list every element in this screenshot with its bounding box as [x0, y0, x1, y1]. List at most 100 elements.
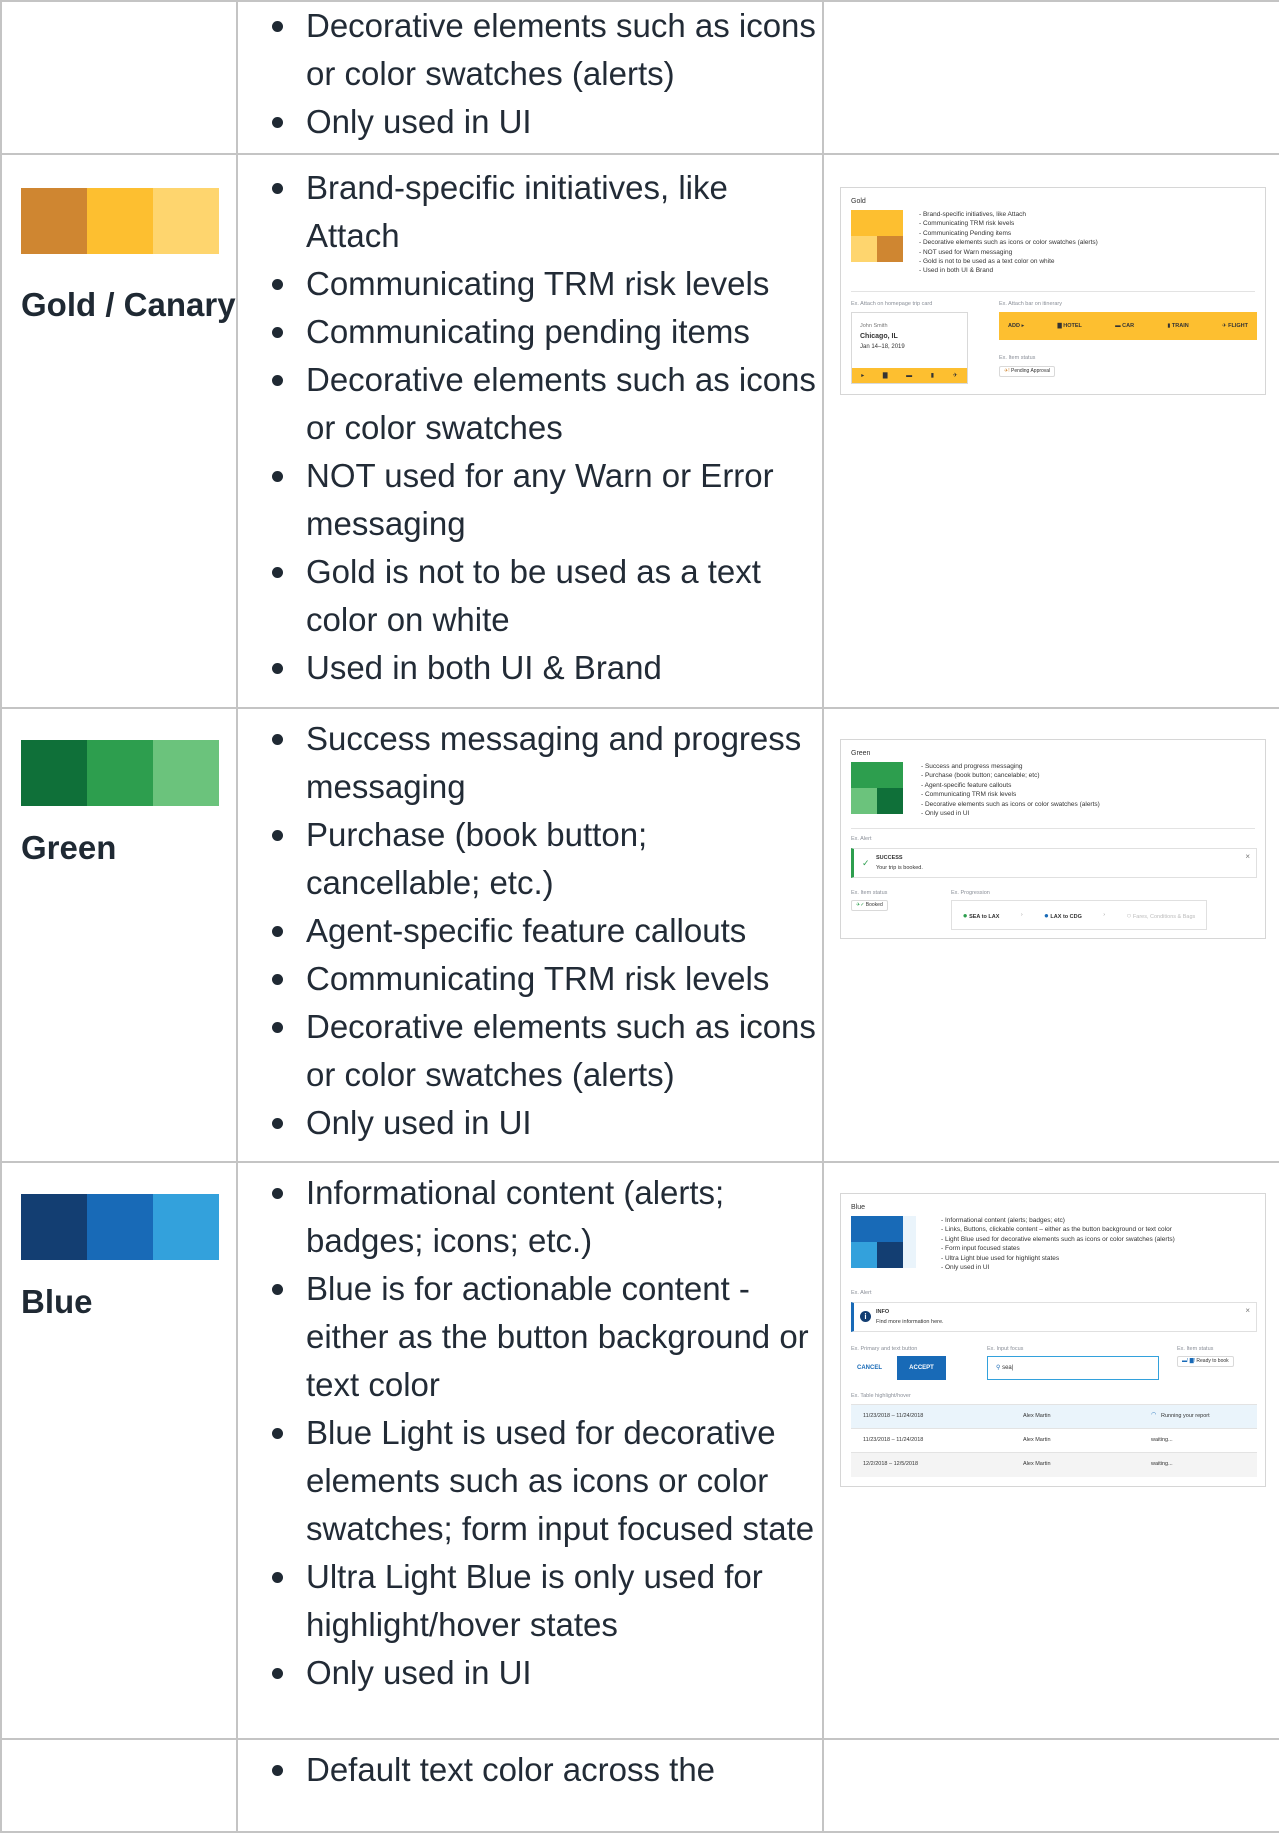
cancel-button[interactable]: CANCEL — [857, 1365, 882, 1371]
blue-swatches — [21, 1194, 236, 1260]
swatch-cell — [0, 0, 238, 155]
attach-bar: ADD ▸ ▇ HOTEL ▬ CAR ▮ TRAIN ✈ FLIGHT — [999, 312, 1257, 340]
usage-item: Only used in UI — [272, 98, 822, 146]
step-upcoming[interactable]: ○ Fares, Conditions & Bags — [1127, 911, 1196, 920]
attach-hotel[interactable]: ▇ HOTEL — [1057, 323, 1081, 329]
divider — [851, 828, 1255, 829]
usage-item: Blue Light is used for decorative elemen… — [272, 1409, 822, 1553]
usage-cell: Success messaging and progress messaging… — [236, 707, 824, 1163]
row-green: Green Success messaging and progress mes… — [0, 707, 1279, 1163]
trip-card-name: John Smith — [860, 323, 888, 329]
status-badge: ✈! Pending Approval — [999, 366, 1056, 377]
usage-item: Brand-specific initiatives, like Attach — [272, 164, 822, 260]
check-icon: ✓ — [862, 858, 870, 868]
accept-button[interactable]: ACCEPT — [897, 1356, 946, 1380]
progress-stepper: ● SEA to LAX › ● LAX to CDG › ○ Fares, C… — [951, 900, 1207, 930]
preview-list-item: - Gold is not to be used as a text color… — [919, 258, 1055, 266]
preview-list-item: - Communicating Pending items — [919, 229, 1012, 237]
step-completed[interactable]: ● SEA to LAX — [963, 911, 1000, 920]
alert-title: SUCCESS — [876, 855, 903, 861]
search-input[interactable]: ⚲ sea| — [987, 1356, 1159, 1380]
train-icon[interactable]: ▮ — [931, 372, 934, 379]
flight-icon: ✈ — [1221, 323, 1227, 329]
usage-item: Informational content (alerts; badges; i… — [272, 1169, 822, 1265]
car-icon[interactable]: ▬ — [906, 373, 912, 379]
attach-add[interactable]: ADD ▸ — [1008, 323, 1024, 329]
swatch-green-dark — [21, 740, 87, 806]
row-blue: Blue Informational content (alerts; badg… — [0, 1161, 1279, 1740]
step-current[interactable]: ● LAX to CDG — [1044, 911, 1082, 920]
info-icon: i — [860, 1311, 871, 1322]
example-cell: Green - Success and progress messaging -… — [822, 707, 1279, 1163]
trip-card-dates: Jan 14–18, 2019 — [860, 344, 905, 350]
usage-list: Success messaging and progress messaging… — [238, 715, 822, 1147]
swatch-gold — [87, 188, 153, 254]
preview-list-item: - Form input focused states — [941, 1245, 1020, 1253]
color-name: Gold / Canary — [21, 286, 236, 323]
hotel-icon[interactable]: ▇ — [883, 372, 888, 379]
swatch-cell — [0, 1738, 238, 1833]
hotel-icon: ▇ — [1057, 323, 1062, 329]
usage-item: Decorative elements such as icons or col… — [272, 1003, 822, 1099]
table-row[interactable]: 11/23/2018 – 11/24/2018 Alex Martin ◠ Ru… — [851, 1404, 1257, 1429]
alert-body: Find more information here. — [876, 1319, 944, 1325]
usage-item: Communicating TRM risk levels — [272, 260, 822, 308]
swatch-gold-dark — [21, 188, 87, 254]
swatch-cell: Gold / Canary — [0, 153, 238, 709]
usage-cell: Default text color across the — [236, 1738, 824, 1833]
usage-item: Only used in UI — [272, 1649, 822, 1697]
preview-list-item: - Communicating TRM risk levels — [919, 220, 1015, 228]
gold-swatches — [21, 188, 236, 254]
report-table: 11/23/2018 – 11/24/2018 Alex Martin ◠ Ru… — [851, 1404, 1257, 1477]
usage-cell: Decorative elements such as icons or col… — [236, 0, 824, 155]
chevron-right-icon: › — [1103, 912, 1106, 918]
table-row[interactable]: 12/2/2018 – 12/5/2018 Alex Martin waitin… — [851, 1452, 1257, 1477]
example-label: Ex. Attach on homepage trip card — [851, 301, 933, 307]
usage-item: Decorative elements such as icons or col… — [272, 2, 822, 98]
flight-icon[interactable]: ✈ — [953, 372, 958, 379]
flight-icon: ✈! — [1004, 368, 1010, 374]
preview-list-item: - Brand-specific initiatives, like Attac… — [919, 211, 1026, 218]
usage-cell: Informational content (alerts; badges; i… — [236, 1161, 824, 1740]
usage-item: Used in both UI & Brand — [272, 644, 822, 692]
usage-cell: Brand-specific initiatives, like Attach … — [236, 153, 824, 709]
swatch-green — [87, 740, 153, 806]
swatch-gold-light — [153, 188, 219, 254]
example-cell: Blue - Informational content (alerts; ba… — [822, 1161, 1279, 1740]
attach-car[interactable]: ▬ CAR — [1115, 323, 1134, 329]
green-quad-swatch — [851, 762, 903, 814]
spinner-icon: ◠ — [1151, 1412, 1157, 1418]
attach-train[interactable]: ▮ TRAIN — [1167, 323, 1188, 329]
gold-quad-swatch — [851, 210, 903, 262]
trip-card[interactable]: John Smith Chicago, IL Jan 14–18, 2019 ▸… — [851, 312, 968, 384]
preview-list-item: - Agent-specific feature callouts — [921, 781, 1012, 789]
example-label: Ex. Primary and text button — [851, 1346, 918, 1352]
car-icon: ▬ — [1115, 323, 1121, 329]
close-icon[interactable]: × — [1245, 852, 1250, 861]
preview-list-item: - Ultra Light blue used for highlight st… — [941, 1254, 1060, 1262]
preview-list-item: - Used in both UI & Brand — [919, 267, 994, 275]
preview-list-item: - Light Blue used for decorative element… — [941, 1235, 1175, 1243]
example-label: Ex. Progression — [951, 890, 990, 896]
example-label: Ex. Alert — [851, 1290, 872, 1296]
usage-item: NOT used for any Warn or Error messaging — [272, 452, 822, 548]
preview-list-item: - Success and progress messaging — [921, 763, 1023, 770]
trip-card-attach-bar[interactable]: ▸ ▇ ▬ ▮ ✈ — [852, 368, 967, 383]
usage-item: Decorative elements such as icons or col… — [272, 356, 822, 452]
check-circle-icon: ● — [962, 910, 968, 920]
table-row[interactable]: 11/23/2018 – 11/24/2018 Alex Martin wait… — [851, 1428, 1257, 1453]
swatch-blue-light — [153, 1194, 219, 1260]
swatch-cell: Blue — [0, 1161, 238, 1740]
attach-flight[interactable]: ✈ FLIGHT — [1222, 323, 1248, 329]
usage-item: Default text color across the — [272, 1746, 822, 1794]
row-partial: Decorative elements such as icons or col… — [0, 0, 1279, 155]
preview-list-item: - Purchase (book button; cancelable; etc… — [921, 772, 1040, 780]
color-guide-table: Decorative elements such as icons or col… — [0, 0, 1279, 1833]
usage-list: Default text color across the — [238, 1746, 822, 1794]
example-cell: Gold - Brand-specific initiatives, like … — [822, 153, 1279, 709]
row-partial-bottom: Default text color across the — [0, 1738, 1279, 1833]
flight-icon: ✈✓ — [856, 902, 865, 908]
close-icon[interactable]: × — [1245, 1306, 1250, 1315]
example-label: Ex. Input focus — [987, 1346, 1024, 1352]
swatch-blue-dark — [21, 1194, 87, 1260]
